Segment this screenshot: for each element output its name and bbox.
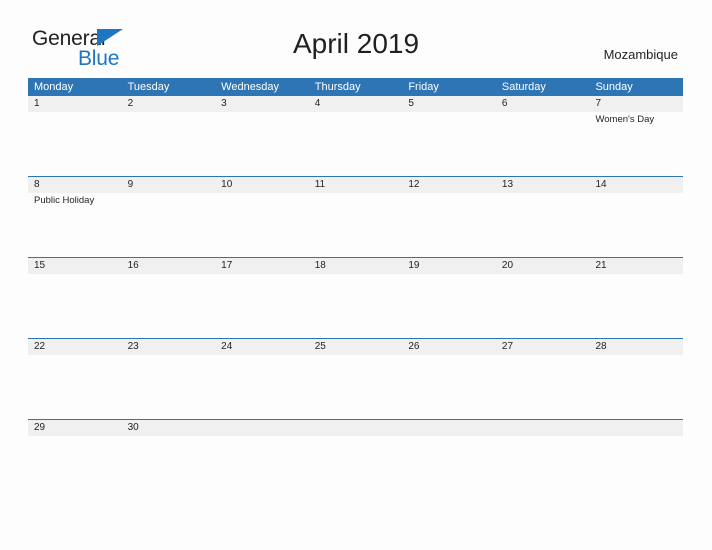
weekday-sunday: Sunday [595, 81, 633, 93]
day-event [122, 112, 216, 126]
week-date-band: 15 16 17 18 19 20 21 [28, 258, 683, 274]
day-number[interactable]: 19 [402, 258, 496, 274]
day-event [496, 193, 590, 207]
day-event [28, 274, 122, 276]
day-number[interactable]: 14 [589, 177, 683, 193]
day-event [309, 112, 403, 126]
day-event [309, 274, 403, 276]
day-event [122, 274, 216, 276]
day-number[interactable]: 6 [496, 96, 590, 112]
week-row: 15 16 17 18 19 20 21 [28, 257, 683, 338]
week-row: 8 9 10 11 12 13 14 Public Holiday [28, 176, 683, 257]
week-date-band: 22 23 24 25 26 27 28 [28, 339, 683, 355]
weekday-header-row: Monday Tuesday Wednesday Thursday Friday… [28, 78, 683, 96]
region-label: Mozambique [603, 47, 678, 62]
day-number-empty [589, 420, 683, 436]
day-number[interactable]: 26 [402, 339, 496, 355]
day-event [122, 355, 216, 357]
day-number[interactable]: 16 [122, 258, 216, 274]
day-event [122, 193, 216, 207]
day-event [589, 193, 683, 207]
day-number[interactable]: 12 [402, 177, 496, 193]
day-number[interactable]: 27 [496, 339, 590, 355]
day-number-empty [496, 420, 590, 436]
weekday-friday: Friday [408, 81, 439, 93]
weekday-saturday: Saturday [501, 81, 546, 93]
day-event [309, 436, 403, 438]
day-event: Women's Day [595, 114, 655, 125]
weekday-tuesday: Tuesday [127, 81, 170, 93]
day-event [28, 436, 122, 438]
day-event [402, 112, 496, 126]
day-event [589, 274, 683, 276]
day-number[interactable]: 4 [309, 96, 403, 112]
week-event-band [28, 355, 683, 357]
weekday-thursday: Thursday [314, 81, 361, 93]
day-event [402, 355, 496, 357]
day-number[interactable]: 18 [309, 258, 403, 274]
day-number[interactable]: 23 [122, 339, 216, 355]
day-event [215, 193, 309, 207]
day-number[interactable]: 13 [496, 177, 590, 193]
day-event [215, 112, 309, 126]
day-number[interactable]: 29 [28, 420, 122, 436]
day-event [496, 436, 590, 438]
day-event [402, 274, 496, 276]
day-event [402, 193, 496, 207]
week-event-band [28, 436, 683, 438]
week-row: 29 30 [28, 419, 683, 448]
week-event-band: Public Holiday [28, 193, 683, 207]
day-event [28, 355, 122, 357]
day-number[interactable]: 2 [122, 96, 216, 112]
day-number-empty [309, 420, 403, 436]
day-event [309, 193, 403, 207]
day-event [215, 436, 309, 438]
day-number[interactable]: 5 [402, 96, 496, 112]
weekday-wednesday: Wednesday [221, 81, 280, 93]
week-event-band [28, 274, 683, 276]
day-number[interactable]: 17 [215, 258, 309, 274]
day-number[interactable]: 9 [122, 177, 216, 193]
day-event [496, 355, 590, 357]
day-event [215, 274, 309, 276]
day-number-empty [215, 420, 309, 436]
day-number[interactable]: 10 [215, 177, 309, 193]
day-number[interactable]: 20 [496, 258, 590, 274]
day-number[interactable]: 8 [28, 177, 122, 193]
day-number[interactable]: 22 [28, 339, 122, 355]
day-event [496, 274, 590, 276]
day-number[interactable]: 15 [28, 258, 122, 274]
day-event [122, 436, 216, 438]
day-event [589, 355, 683, 357]
day-number-empty [402, 420, 496, 436]
week-date-band: 1 2 3 4 5 6 7 [28, 96, 683, 112]
day-event [496, 112, 590, 126]
day-event [309, 355, 403, 357]
day-number[interactable]: 24 [215, 339, 309, 355]
day-number[interactable]: 21 [589, 258, 683, 274]
day-number[interactable]: 28 [589, 339, 683, 355]
day-number[interactable]: 25 [309, 339, 403, 355]
week-date-band: 29 30 [28, 420, 683, 436]
day-number[interactable]: 3 [215, 96, 309, 112]
week-date-band: 8 9 10 11 12 13 14 [28, 177, 683, 193]
day-event [28, 112, 122, 126]
weekday-monday: Monday [34, 81, 74, 93]
day-number[interactable]: 11 [309, 177, 403, 193]
day-event [402, 436, 496, 438]
day-number[interactable]: 7 [589, 96, 683, 112]
week-row: 22 23 24 25 26 27 28 [28, 338, 683, 419]
week-row: 1 2 3 4 5 6 7 Women's Day [28, 96, 683, 176]
page-header: General Blue April 2019 Mozambique [0, 0, 712, 78]
day-number[interactable]: 1 [28, 96, 122, 112]
day-event [215, 355, 309, 357]
day-number[interactable]: 30 [122, 420, 216, 436]
day-event: Public Holiday [34, 195, 95, 206]
week-event-band: Women's Day [28, 112, 683, 126]
calendar-grid: Monday Tuesday Wednesday Thursday Friday… [28, 78, 683, 448]
day-event [589, 436, 683, 438]
